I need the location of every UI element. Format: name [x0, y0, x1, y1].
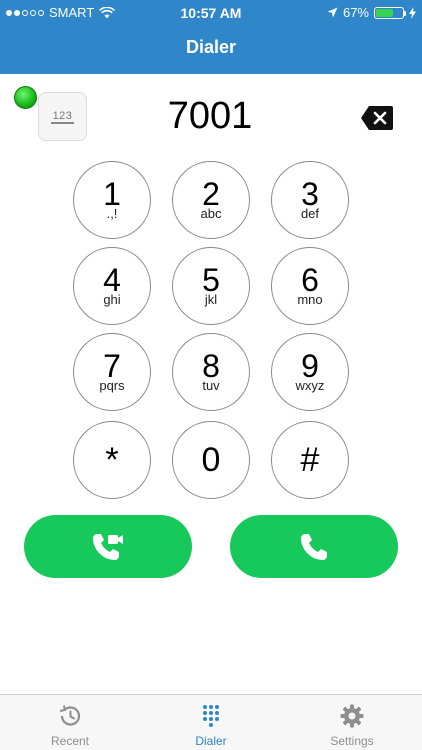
key-digit: 0	[201, 441, 221, 479]
tab-settings[interactable]: Settings	[282, 695, 422, 750]
battery-icon	[374, 6, 406, 19]
key-digit: 1	[103, 176, 121, 212]
tab-label: Dialer	[195, 734, 227, 748]
key-digit: 9	[301, 348, 319, 384]
key-letters: jkl	[204, 292, 218, 307]
key-digit: 5	[202, 262, 220, 298]
key-7[interactable]: 7 pqrs	[73, 333, 151, 411]
video-call-icon	[93, 533, 123, 560]
key-3[interactable]: 3 def	[271, 161, 349, 239]
key-letters: mno	[297, 292, 323, 307]
dialed-number: 7001	[167, 95, 253, 137]
key-5[interactable]: 5 jkl	[172, 247, 250, 325]
status-right: 67%	[327, 5, 416, 20]
page-title: Dialer	[185, 37, 237, 57]
key-0[interactable]: 0	[172, 421, 250, 499]
key-letters: def	[300, 206, 320, 221]
tab-label: Recent	[50, 734, 90, 748]
key-digit: 2	[202, 176, 220, 212]
key-6[interactable]: 6 mno	[271, 247, 349, 325]
key-hash[interactable]: #	[271, 421, 349, 499]
charging-bolt-icon	[409, 6, 416, 19]
key-digit: 4	[103, 262, 121, 298]
key-letters: ghi	[103, 292, 121, 307]
key-digit: 3	[301, 176, 319, 212]
voice-call-button[interactable]	[230, 515, 398, 578]
battery-percent: 67%	[342, 5, 369, 20]
tab-label: Settings	[330, 734, 374, 748]
key-digit: 7	[103, 348, 121, 384]
tab-recent[interactable]: Recent	[0, 695, 140, 750]
key-letters: .,!	[106, 206, 118, 221]
keyboard-toggle-button[interactable]: 123	[38, 92, 87, 141]
key-digit: 6	[301, 262, 319, 298]
key-8[interactable]: 8 tuv	[172, 333, 250, 411]
keypad-icon	[203, 705, 219, 727]
location-arrow-icon	[327, 7, 338, 18]
key-letters: tuv	[202, 378, 220, 393]
phone-icon	[301, 533, 327, 560]
tab-bar: Recent Dialer Settings	[0, 694, 422, 750]
key-star[interactable]: *	[73, 421, 151, 499]
header: SMART 10:57 AM 67% Dialer	[0, 0, 422, 74]
video-call-button[interactable]	[24, 515, 192, 578]
key-2[interactable]: 2 abc	[172, 161, 250, 239]
history-icon	[59, 705, 81, 726]
connection-status-indicator	[14, 86, 37, 109]
key-digit: 8	[202, 348, 220, 384]
status-bar: SMART 10:57 AM 67%	[0, 0, 422, 24]
key-letters: abc	[200, 206, 222, 221]
tab-dialer[interactable]: Dialer	[141, 695, 281, 750]
key-letters: pqrs	[99, 378, 125, 393]
key-4[interactable]: 4 ghi	[73, 247, 151, 325]
key-1[interactable]: 1 .,!	[73, 161, 151, 239]
key-letters: wxyz	[295, 378, 325, 393]
key-9[interactable]: 9 wxyz	[271, 333, 349, 411]
backspace-icon[interactable]	[360, 105, 394, 131]
key-digit: *	[105, 441, 119, 479]
gear-icon	[340, 704, 364, 728]
key-digit: #	[300, 441, 320, 479]
keyboard-toggle-label: 123	[50, 109, 75, 124]
